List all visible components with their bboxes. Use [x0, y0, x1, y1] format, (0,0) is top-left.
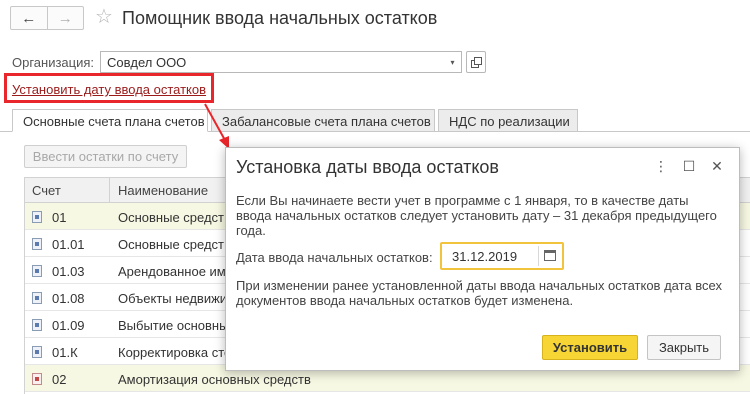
account-code: 01.08	[52, 291, 85, 306]
tab-off-balance-accounts[interactable]: Забалансовые счета плана счетов	[211, 109, 435, 132]
column-name[interactable]: Наименование	[118, 183, 208, 198]
star-icon[interactable]: ☆	[95, 5, 113, 29]
organization-field[interactable]: Совдел ООО	[100, 51, 445, 73]
dialog-title: Установка даты ввода остатков	[236, 157, 499, 177]
install-button[interactable]: Установить	[542, 335, 638, 360]
document-icon	[32, 373, 42, 385]
back-button[interactable]: ←	[11, 7, 48, 29]
column-divider	[109, 178, 110, 203]
account-name: Выбытие основны	[118, 318, 229, 333]
open-window-icon	[470, 56, 482, 68]
arrow-right-icon: →	[57, 9, 73, 27]
organization-label: Организация:	[12, 55, 95, 70]
arrow-left-icon: ←	[21, 9, 37, 27]
dialog-info-line: года.	[236, 223, 266, 238]
document-icon	[32, 346, 42, 358]
forward-button[interactable]: →	[48, 7, 84, 29]
calendar-icon[interactable]	[544, 250, 556, 261]
close-button[interactable]: Закрыть	[647, 335, 721, 360]
account-code: 01.К	[52, 345, 78, 360]
account-code: 01.09	[52, 318, 85, 333]
document-icon	[32, 292, 42, 304]
date-value: 31.12.2019	[452, 249, 518, 264]
date-label: Дата ввода начальных остатков:	[236, 250, 433, 265]
maximize-icon[interactable]: ☐	[680, 158, 698, 175]
enter-balance-button[interactable]: Ввести остатки по счету	[24, 145, 187, 168]
date-input[interactable]: 31.12.2019	[440, 242, 564, 270]
date-separator	[538, 246, 539, 266]
document-icon	[32, 265, 42, 277]
account-code: 01	[52, 210, 67, 225]
dialog-note-line: документов ввода начальных остатков буде…	[236, 293, 574, 308]
account-code: 01.03	[52, 264, 85, 279]
open-organization-button[interactable]	[466, 51, 486, 73]
tab-vat-sales[interactable]: НДС по реализации	[438, 109, 578, 132]
document-icon	[32, 238, 42, 250]
navigation-buttons: ← →	[10, 6, 84, 30]
account-name: Объекты недвижи	[118, 291, 228, 306]
account-name: Арендованное иму	[118, 264, 233, 279]
account-code: 01.01	[52, 237, 85, 252]
menu-icon[interactable]: ⋮	[652, 158, 670, 175]
page-title: Помощник ввода начальных остатков	[122, 8, 438, 28]
chevron-down-icon[interactable]: ▾	[444, 51, 462, 73]
dialog-info-line: Если Вы начинаете вести учет в программе…	[236, 193, 689, 208]
account-name: Корректировка сто	[118, 345, 232, 360]
tab-main-accounts[interactable]: Основные счета плана счетов	[12, 109, 208, 132]
close-icon[interactable]: ✕	[708, 158, 726, 175]
account-name: Основные средст	[118, 237, 225, 252]
column-account[interactable]: Счет	[32, 183, 61, 198]
account-code: 02	[52, 372, 67, 387]
set-date-link[interactable]: Установить дату ввода остатков	[12, 82, 206, 97]
account-name: Основные средст	[118, 210, 225, 225]
document-icon	[32, 211, 42, 223]
document-icon	[32, 319, 42, 331]
dialog-info-line: ввода начальных остатков следует установ…	[236, 208, 717, 223]
dialog-note-line: При изменении ранее установленной даты в…	[236, 278, 722, 293]
account-name: Амортизация основных средств	[118, 372, 311, 387]
set-date-dialog: Установка даты ввода остатков ⋮ ☐ ✕ Если…	[225, 147, 740, 371]
